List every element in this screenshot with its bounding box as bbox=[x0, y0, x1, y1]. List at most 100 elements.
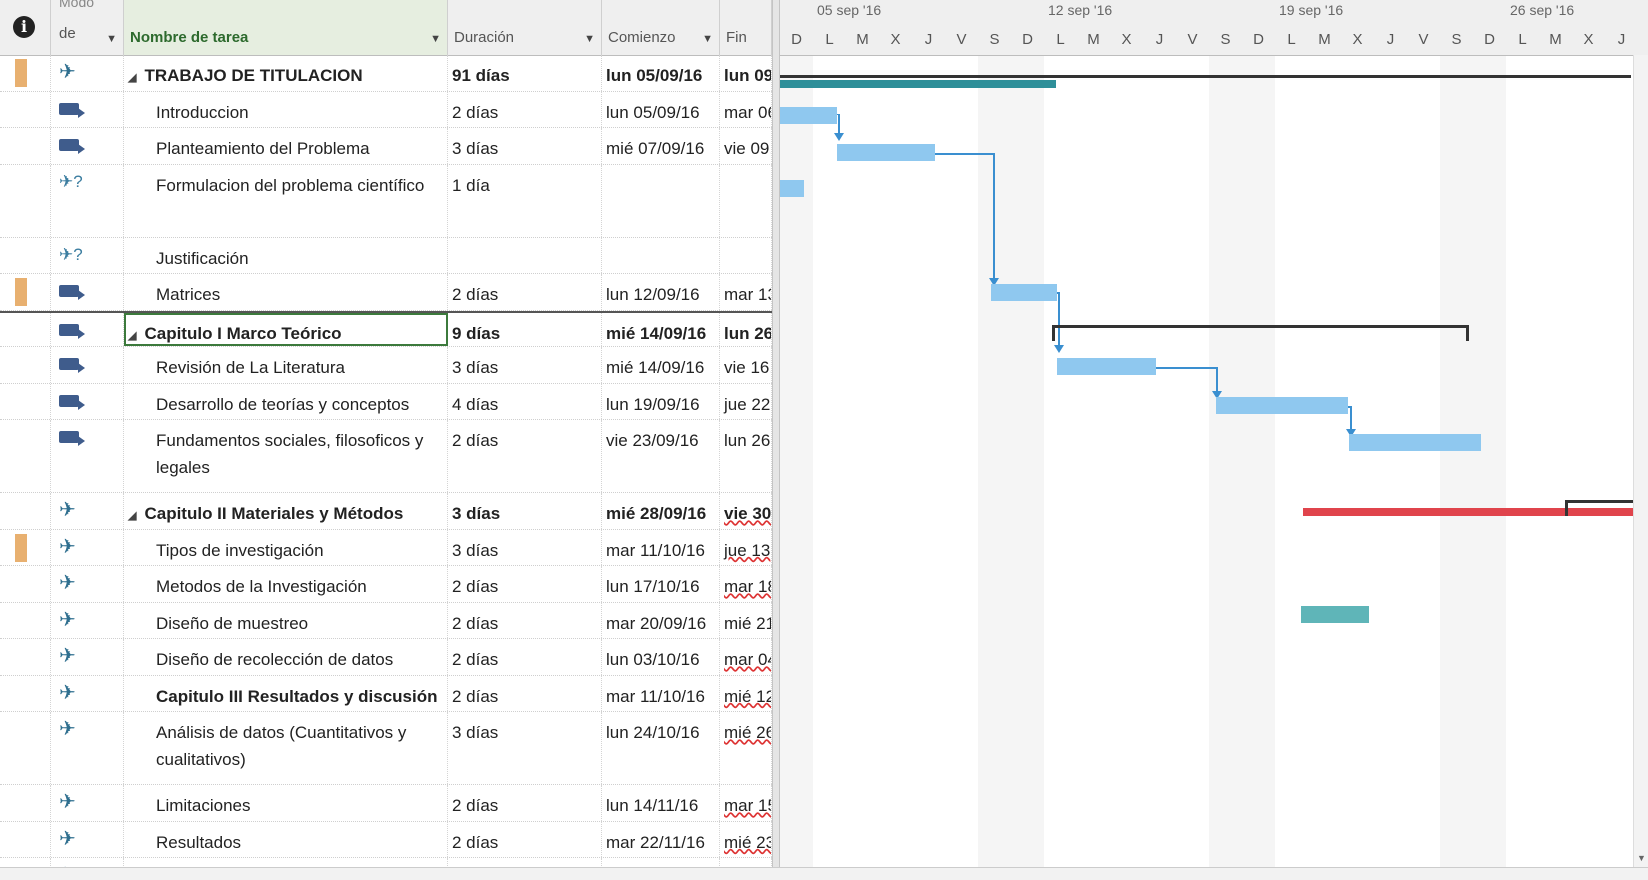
task-name-cell[interactable]: ◢ TRABAJO DE TITULACION bbox=[124, 55, 448, 91]
mode-cell[interactable]: ✈ bbox=[51, 712, 124, 784]
duration-cell[interactable]: 3 días bbox=[448, 858, 602, 867]
duration-cell[interactable]: 2 días bbox=[448, 602, 602, 638]
table-row[interactable]: ✈ Tipos de investigación 3 días mar 11/10/1… bbox=[0, 529, 772, 566]
task-bar-revision[interactable] bbox=[1057, 358, 1156, 375]
task-name-cell[interactable]: Matrices bbox=[124, 274, 448, 310]
horizontal-scrollbar[interactable] bbox=[0, 867, 1648, 880]
table-row[interactable]: ✈ Diseño de muestreo 2 días mar 20/09/16 mié… bbox=[0, 602, 772, 639]
table-row[interactable]: Introduccion 2 días lun 05/09/16 mar 06 bbox=[0, 91, 772, 128]
duration-cell[interactable]: 3 días bbox=[448, 712, 602, 784]
task-bar-introduccion[interactable] bbox=[780, 107, 837, 124]
task-bar-capitulo-2[interactable] bbox=[1303, 508, 1648, 516]
mode-cell[interactable]: ✈ bbox=[51, 675, 124, 711]
end-cell[interactable]: mar 13 bbox=[720, 274, 772, 310]
task-bar-formulacion[interactable] bbox=[780, 180, 804, 197]
duration-cell[interactable]: 2 días bbox=[448, 675, 602, 711]
mode-cell[interactable] bbox=[51, 347, 124, 383]
task-name-cell[interactable]: Limitaciones bbox=[124, 785, 448, 821]
end-cell[interactable]: mié 26 bbox=[720, 712, 772, 784]
mode-cell[interactable] bbox=[51, 383, 124, 419]
duration-cell[interactable]: 9 días bbox=[448, 312, 602, 346]
mode-cell[interactable] bbox=[51, 274, 124, 310]
start-cell[interactable]: lun 24/10/16 bbox=[602, 712, 720, 784]
vertical-scrollbar[interactable]: ▼ bbox=[1633, 55, 1648, 867]
mode-cell[interactable]: ✈? bbox=[51, 164, 124, 237]
col-indicators[interactable]: i bbox=[0, 0, 51, 55]
start-cell[interactable]: lun 17/10/16 bbox=[602, 566, 720, 602]
mode-cell[interactable] bbox=[51, 312, 124, 346]
mode-cell[interactable]: ✈ bbox=[51, 639, 124, 675]
mode-cell[interactable] bbox=[51, 128, 124, 164]
table-row[interactable]: ✈Conclusiones y recomendaciones3 díaslun… bbox=[0, 858, 772, 867]
duration-cell[interactable]: 3 días bbox=[448, 493, 602, 529]
table-row[interactable]: Desarrollo de teorías y conceptos 4 días l… bbox=[0, 383, 772, 420]
task-bar-planteamiento[interactable] bbox=[837, 144, 935, 161]
end-cell[interactable]: mié 21 bbox=[720, 602, 772, 638]
task-name-cell[interactable]: Justificación bbox=[124, 237, 448, 273]
start-cell[interactable]: lun 19/09/16 bbox=[602, 383, 720, 419]
table-row[interactable]: ✈ ◢ TRABAJO DE TITULACION 91 días lun 05/09/… bbox=[0, 55, 772, 92]
table-row[interactable]: ✈ Resultados 2 días mar 22/11/16 mié 23 bbox=[0, 821, 772, 858]
start-cell[interactable]: lun 12/09/16 bbox=[602, 274, 720, 310]
task-name-cell[interactable]: Desarrollo de teorías y conceptos bbox=[124, 383, 448, 419]
end-cell[interactable]: mié 11 bbox=[720, 858, 772, 867]
table-row[interactable]: ✈? Formulacion del problema científico 1 d… bbox=[0, 164, 772, 238]
start-cell[interactable]: mié 07/09/16 bbox=[602, 128, 720, 164]
duration-cell[interactable]: 2 días bbox=[448, 821, 602, 857]
mode-cell[interactable]: ✈ bbox=[51, 858, 124, 867]
task-bar-desarrollo[interactable] bbox=[1216, 397, 1348, 414]
table-row[interactable]: ✈ ◢ Capitulo II Materiales y Métodos 3 días… bbox=[0, 493, 772, 530]
start-cell[interactable]: lun 05/09/16 bbox=[602, 55, 720, 91]
duration-cell[interactable]: 2 días bbox=[448, 274, 602, 310]
end-cell[interactable]: vie 09, bbox=[720, 128, 772, 164]
task-bar-matrices[interactable] bbox=[991, 284, 1057, 301]
start-cell[interactable] bbox=[602, 237, 720, 273]
task-name-cell[interactable]: Introduccion bbox=[124, 91, 448, 127]
task-name-cell[interactable]: Planteamiento del Problema bbox=[124, 128, 448, 164]
end-cell[interactable]: mié 23 bbox=[720, 821, 772, 857]
table-row[interactable]: ✈? Justificación bbox=[0, 237, 772, 274]
duration-cell[interactable]: 2 días bbox=[448, 639, 602, 675]
mode-cell[interactable]: ✈ bbox=[51, 529, 124, 565]
task-name-cell[interactable]: Diseño de recolección de datos bbox=[124, 639, 448, 675]
collapse-triangle-icon[interactable]: ◢ bbox=[128, 330, 136, 342]
end-cell[interactable] bbox=[720, 164, 772, 237]
mode-cell[interactable]: ✈ bbox=[51, 785, 124, 821]
mode-cell[interactable]: ✈ bbox=[51, 493, 124, 529]
mode-cell[interactable]: ✈ bbox=[51, 55, 124, 91]
duration-cell[interactable]: 3 días bbox=[448, 347, 602, 383]
mode-cell[interactable] bbox=[51, 420, 124, 492]
end-cell[interactable]: lun 09 bbox=[720, 55, 772, 91]
mode-cell[interactable]: ✈ bbox=[51, 821, 124, 857]
col-name[interactable]: Nombre de tarea ▼ bbox=[124, 0, 448, 55]
chevron-down-icon[interactable]: ▼ bbox=[106, 33, 117, 45]
start-cell[interactable]: lun 05/09/16 bbox=[602, 91, 720, 127]
duration-cell[interactable]: 2 días bbox=[448, 566, 602, 602]
table-row[interactable]: ✈ Limitaciones 2 días lun 14/11/16 mar 15 bbox=[0, 785, 772, 822]
end-cell[interactable]: mar 06 bbox=[720, 91, 772, 127]
summary-bar-trabajo[interactable] bbox=[780, 75, 1631, 78]
end-cell[interactable]: lun 26 bbox=[720, 420, 772, 492]
table-row[interactable]: ✈ Metodos de la Investigación 2 días lun 17… bbox=[0, 566, 772, 603]
task-name-cell[interactable]: Conclusiones y recomendaciones bbox=[124, 858, 448, 867]
start-cell[interactable]: vie 23/09/16 bbox=[602, 420, 720, 492]
end-cell[interactable]: vie 30 bbox=[720, 493, 772, 529]
collapse-triangle-icon[interactable]: ◢ bbox=[128, 510, 136, 522]
end-cell[interactable]: mar 18 bbox=[720, 566, 772, 602]
end-cell[interactable]: jue 22 bbox=[720, 383, 772, 419]
mode-cell[interactable]: ✈ bbox=[51, 602, 124, 638]
task-name-cell[interactable]: ◢ Capitulo II Materiales y Métodos bbox=[124, 493, 448, 529]
mode-cell[interactable]: ✈ bbox=[51, 566, 124, 602]
task-bar-diseno-muestreo[interactable] bbox=[1301, 606, 1369, 623]
table-row[interactable]: Planteamiento del Problema 3 días mié 07/0… bbox=[0, 128, 772, 165]
chevron-down-icon[interactable]: ▼ bbox=[430, 33, 441, 45]
duration-cell[interactable]: 91 días bbox=[448, 55, 602, 91]
table-row[interactable]: Fundamentos sociales, filosoficos y lega… bbox=[0, 420, 772, 493]
table-row[interactable]: Matrices 2 días lun 12/09/16 mar 13 bbox=[0, 274, 772, 311]
start-cell[interactable]: mié 14/09/16 bbox=[602, 312, 720, 346]
end-cell[interactable] bbox=[720, 237, 772, 273]
table-row[interactable]: ✈ Capitulo III Resultados y discusión 2 dí… bbox=[0, 675, 772, 712]
task-name-cell[interactable]: Análisis de datos (Cuantitativos y cuali… bbox=[124, 712, 448, 784]
task-name-cell[interactable]: Capitulo III Resultados y discusión bbox=[124, 675, 448, 711]
col-start[interactable]: Comienzo ▼ bbox=[602, 0, 720, 55]
